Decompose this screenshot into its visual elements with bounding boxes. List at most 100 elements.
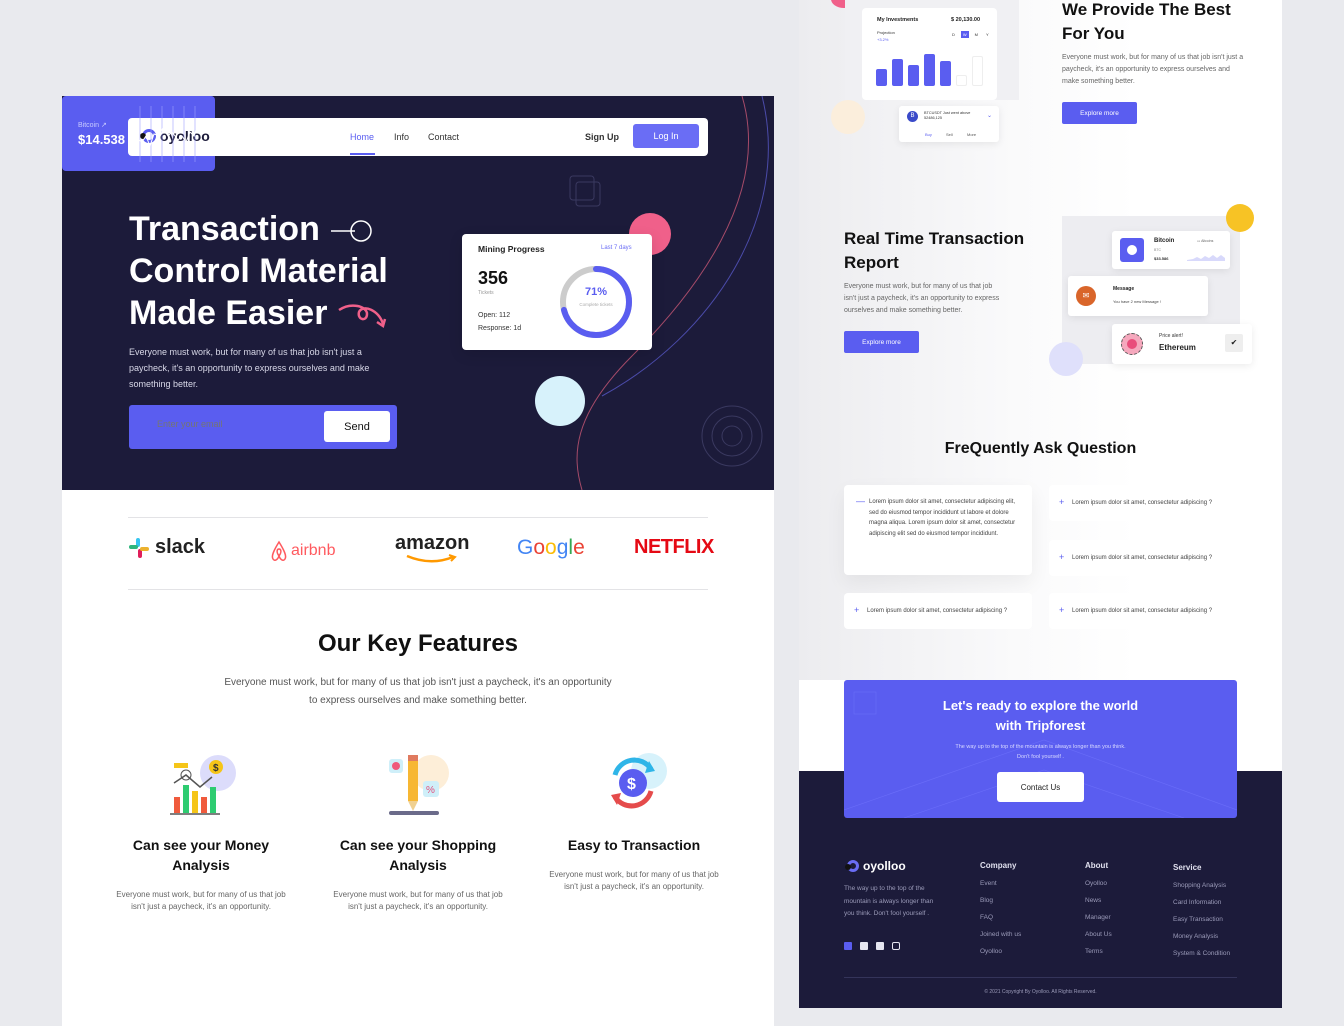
footer-brand-name: oyolloo (863, 859, 906, 873)
landing-page-left: oyolloo Home Info Contact Sign Up Log In… (62, 96, 774, 1026)
divider (128, 517, 708, 518)
footer-link[interactable]: Blog (980, 897, 1021, 914)
investment-bar (924, 53, 935, 86)
notification-card: B BTCUSDT Just went above 52486,125 ⌄ Bu… (899, 106, 999, 142)
footer-link[interactable]: News (1085, 897, 1112, 914)
footer-link[interactable]: About Us (1085, 931, 1112, 948)
explore-more-button[interactable]: Explore more (1062, 102, 1137, 124)
signup-link[interactable]: Sign Up (585, 132, 619, 142)
plus-icon[interactable]: + (1059, 497, 1064, 508)
navbar: oyolloo Home Info Contact Sign Up Log In (128, 118, 708, 156)
blue-circle-decoration (535, 376, 585, 426)
footer-column-about: About Oyolloo News Manager About Us Term… (1085, 861, 1112, 965)
period-tab[interactable]: D (950, 31, 957, 38)
footer-link[interactable]: Oyolloo (980, 948, 1021, 965)
chevron-down-icon[interactable]: ⌄ (987, 112, 992, 119)
investments-bar-chart (876, 48, 986, 86)
pencil-icon: % (383, 751, 453, 821)
sell-button[interactable]: Sell (946, 132, 953, 137)
provide-description: Everyone must work, but for many of us t… (1062, 54, 1244, 85)
altcoins-label: Altcoins (1201, 239, 1214, 243)
nav-info[interactable]: Info (394, 132, 409, 142)
feature-card: $ Easy to Transaction Everyone must work… (549, 751, 719, 893)
footer-link[interactable]: Terms (1085, 948, 1112, 965)
message-widget: ✉ Message You have 2 new Message ! (1068, 276, 1208, 316)
nav-contact[interactable]: Contact (428, 132, 459, 142)
footer-link[interactable]: Joined with us (980, 931, 1021, 948)
google-text: Google (517, 536, 585, 559)
coin-ticker: BTC (1154, 248, 1161, 252)
notification-text: BTCUSDT Just went above 52486,125 (924, 111, 971, 120)
copyright: © 2021 Copyright By Oyolloo. All Rights … (984, 989, 1097, 995)
faq-item-expanded[interactable]: — Lorem ipsum dolor sit amet, consectetu… (844, 485, 1032, 575)
plus-icon[interactable]: + (854, 605, 859, 616)
footer-link[interactable]: Shopping Analysis (1173, 882, 1230, 899)
bitcoin-sparkline (136, 106, 207, 162)
projection-value: +3.2% (877, 37, 889, 42)
footer-brand-logo[interactable]: oyolloo (845, 859, 906, 873)
contact-us-button[interactable]: Contact Us (997, 772, 1084, 802)
bitcoin-widget: Bitcoin BTC $33.586 ▭ Altcoins (1112, 231, 1230, 269)
amazon-logo: amazon (395, 532, 470, 563)
faq-item[interactable]: + Lorem ipsum dolor sit amet, consectetu… (1049, 485, 1237, 521)
login-button[interactable]: Log In (633, 124, 699, 148)
footer-link[interactable]: FAQ (980, 914, 1021, 931)
provide-title: We Provide The Best For You (1062, 0, 1231, 43)
period-tab-active[interactable]: W (960, 31, 969, 38)
yellow-circle-decoration (1226, 204, 1254, 232)
plus-icon[interactable]: + (1059, 605, 1064, 616)
faq-item[interactable]: + Lorem ipsum dolor sit amet, consectetu… (844, 593, 1032, 629)
footer-tagline: The way up to the top of the mountain is… (844, 885, 934, 917)
cta-banner: Let's ready to explore the world with Tr… (844, 680, 1237, 818)
minus-icon[interactable]: — (856, 496, 865, 507)
period-selector[interactable]: Last 7 days (601, 245, 632, 251)
footer-link[interactable]: System & Condition (1173, 950, 1230, 967)
period-tab[interactable]: M (973, 31, 980, 38)
hero-section: oyolloo Home Info Contact Sign Up Log In… (62, 96, 774, 490)
facebook-icon[interactable] (844, 942, 852, 950)
google-letter: o (545, 536, 557, 559)
amazon-text: amazon (395, 532, 470, 554)
nav-active-indicator (350, 153, 375, 155)
nav-home[interactable]: Home (350, 132, 374, 142)
footer-link[interactable]: Manager (1085, 914, 1112, 931)
social-links (844, 942, 900, 950)
faq-question: Lorem ipsum dolor sit amet, consectetur … (1072, 608, 1213, 614)
footer-link[interactable]: Oyolloo (1085, 880, 1112, 897)
instagram-icon[interactable] (892, 942, 900, 950)
alert-coin: Ethereum (1159, 343, 1196, 352)
airbnb-logo: airbnb (270, 540, 335, 562)
footer-link[interactable]: Money Analysis (1173, 933, 1230, 950)
google-letter: g (556, 536, 569, 559)
investments-title: My Investments (877, 17, 919, 23)
footer-link[interactable]: Easy Transaction (1173, 916, 1230, 933)
footer-link[interactable]: Event (980, 880, 1021, 897)
more-button[interactable]: More (967, 132, 976, 137)
faq-title: FreQuently Ask Question (944, 440, 1137, 457)
chart-icon: $ (166, 751, 236, 821)
mining-progress-card: Mining Progress Last 7 days 356 Tickets … (462, 234, 652, 350)
linkedin-icon[interactable] (876, 942, 884, 950)
twitter-icon[interactable] (860, 942, 868, 950)
buy-button[interactable]: Buy (925, 132, 932, 137)
mail-icon: ✉ (1076, 286, 1096, 306)
hero-title-line: Control Material (129, 252, 388, 290)
check-button[interactable]: ✔ (1225, 334, 1243, 352)
period-tab[interactable]: Y (984, 31, 991, 38)
alert-title: Price alert! (1159, 333, 1183, 339)
explore-more-button[interactable]: Explore more (844, 331, 919, 353)
open-count: Open: 112 (478, 312, 511, 319)
ethereum-icon (1121, 333, 1143, 355)
realtime-title: Real Time Transaction Report (844, 229, 1025, 272)
feature-card: $ Can see your Money Analysis Everyone m… (116, 751, 286, 913)
progress-caption: Complete tickets (579, 302, 613, 307)
footer-link[interactable]: Card Information (1173, 899, 1230, 916)
send-button[interactable]: Send (324, 411, 390, 442)
email-input[interactable] (157, 419, 297, 429)
faq-item[interactable]: + Lorem ipsum dolor sit amet, consectetu… (1049, 593, 1237, 629)
google-logo: Google (517, 536, 585, 560)
faq-item[interactable]: + Lorem ipsum dolor sit amet, consectetu… (1049, 540, 1237, 576)
plus-icon[interactable]: + (1059, 552, 1064, 563)
bitcoin-value: $14.538 (78, 132, 125, 147)
investments-amount: $ 20,130.00 (951, 17, 981, 23)
